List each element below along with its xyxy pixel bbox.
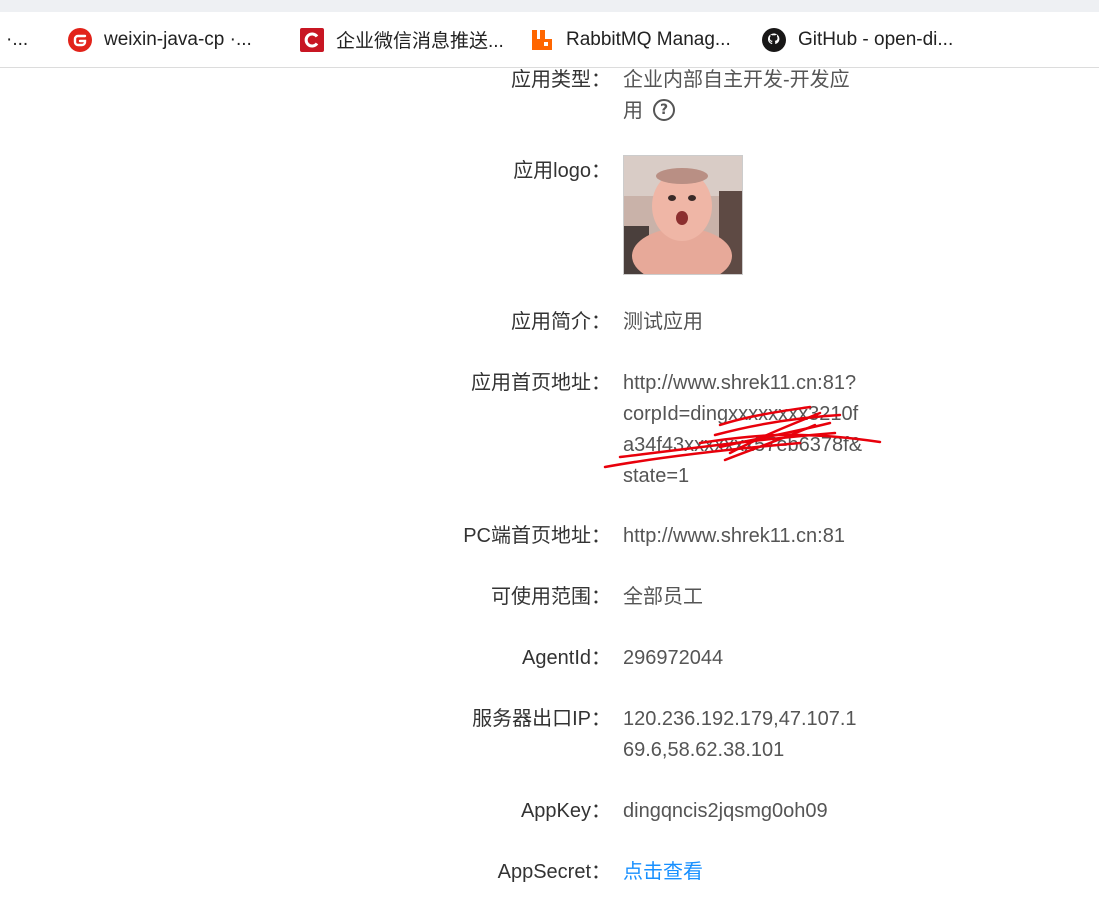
bookmark-label: weixin-java-cp ·... (104, 28, 252, 50)
app-intro-value: 测试应用 (623, 311, 703, 333)
appkey-value: dingqncis2jqsmg0oh09 (623, 800, 828, 822)
pc-url-value: http://www.shrek11.cn:81 (623, 525, 845, 547)
gitee-icon (68, 27, 92, 52)
app-logo-label: 应用logo： (513, 160, 611, 182)
bookmark-label: 企业微信消息推送... (336, 31, 504, 52)
app-home-url-value: http://www.shrek11.cn:81?corpId=dingxxxx… (623, 372, 863, 487)
github-icon (762, 27, 786, 52)
bookmark-label: ·... (6, 28, 29, 50)
bookmark-label: RabbitMQ Manag... (566, 28, 731, 50)
csdn-icon (300, 27, 324, 52)
bookmark-weixin-java-cp[interactable]: weixin-java-cp ·... (68, 12, 252, 67)
app-home-url-label: 应用首页地址： (471, 372, 611, 394)
app-intro-label: 应用简介： (511, 311, 611, 333)
bookmarks-bar: ·... weixin-java-cp ·... 企业微信消息推送... Rab… (0, 12, 1099, 68)
appkey-label: AppKey： (520, 800, 611, 822)
bookmark-rabbitmq[interactable]: RabbitMQ Manag... (530, 12, 731, 67)
pc-url-label: PC端首页地址： (463, 525, 611, 547)
agentid-value: 296972044 (623, 647, 724, 669)
app-type-label: 应用类型： (511, 69, 611, 91)
server-ip-label: 服务器出口IP： (472, 708, 611, 730)
rabbitmq-icon (530, 28, 554, 52)
bookmark-csdn[interactable]: 企业微信消息推送... (300, 12, 504, 67)
app-logo-image (623, 155, 743, 275)
agentid-label: AgentId： (522, 647, 611, 669)
server-ip-value: 120.236.192.179,47.107.169.6,58.62.38.10… (623, 708, 857, 761)
scope-label: 可使用范围： (491, 586, 611, 608)
bookmark-label: GitHub - open-di... (798, 28, 954, 50)
view-appsecret-link[interactable]: 点击查看 (623, 857, 868, 888)
app-type-value: 企业内部自主开发-开发应用? (623, 65, 868, 127)
help-icon[interactable]: ? (653, 98, 675, 121)
browser-top-strip (0, 0, 1099, 12)
scope-value: 全部员工 (623, 586, 703, 608)
bookmark-github[interactable]: GitHub - open-di... (762, 12, 953, 67)
appsecret-label: AppSecret： (497, 861, 611, 883)
bookmark-overflow[interactable]: ·... (6, 12, 28, 67)
